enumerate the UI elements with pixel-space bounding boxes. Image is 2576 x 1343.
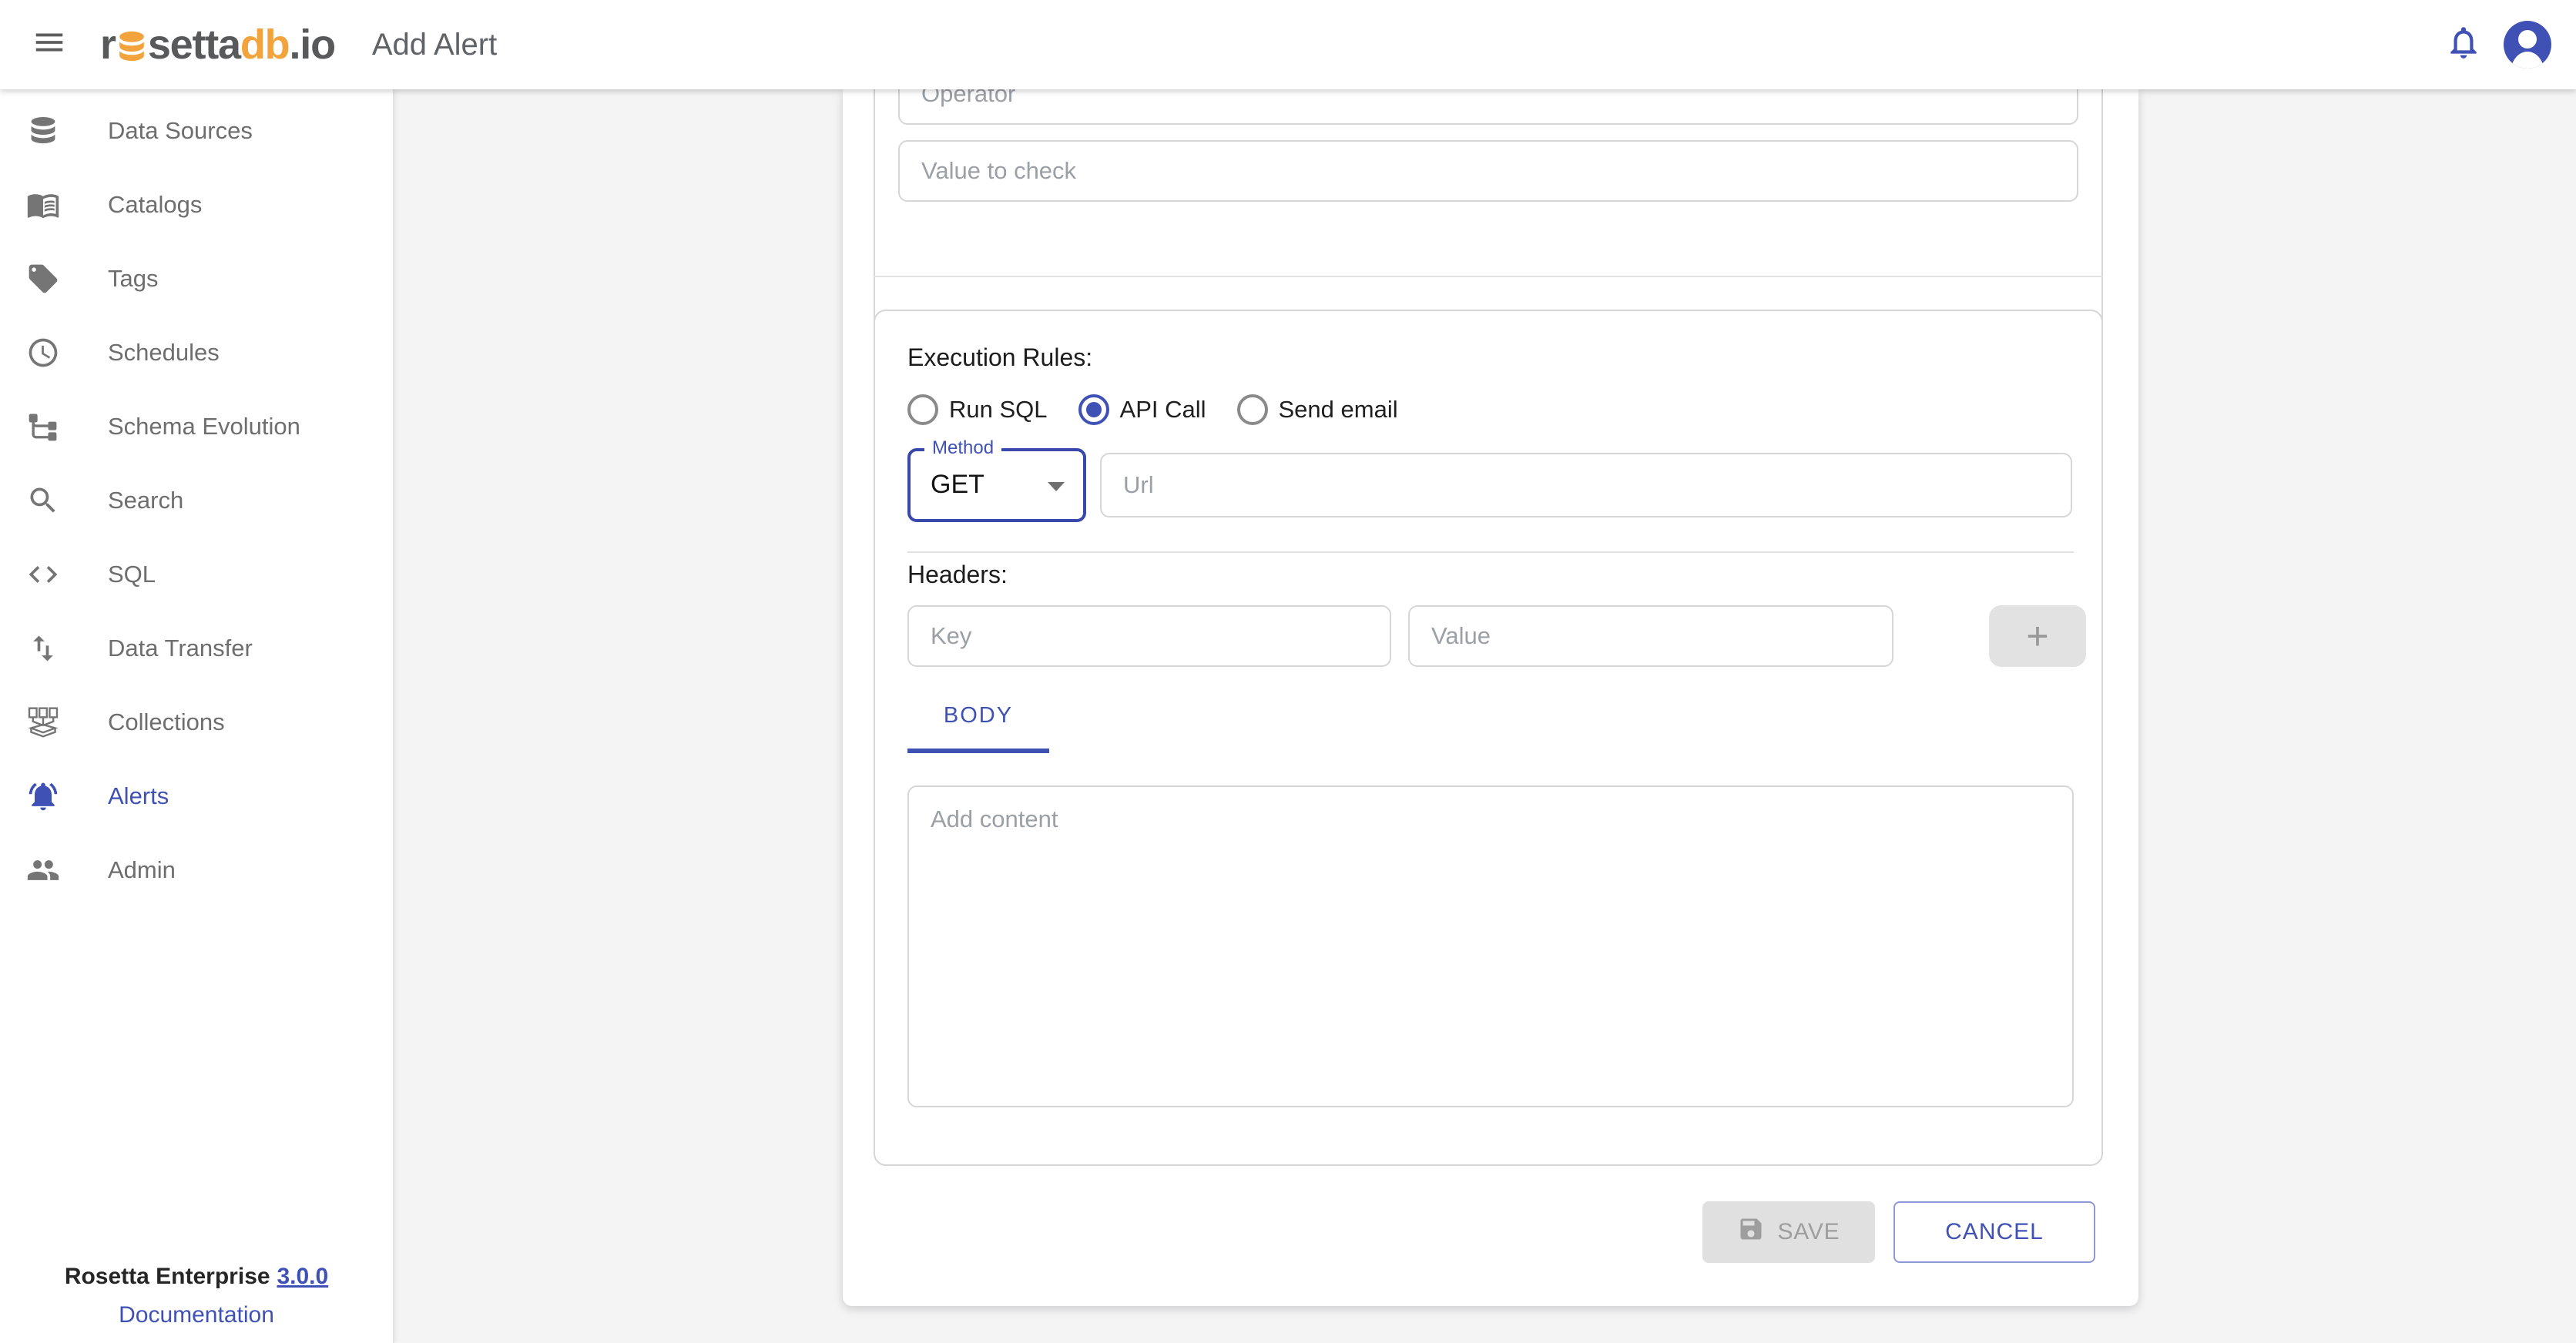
add-header-button[interactable]: + (1989, 605, 2086, 667)
sidebar-item-search[interactable]: Search (0, 464, 393, 538)
sidebar-item-data-transfer[interactable]: Data Transfer (0, 611, 393, 685)
sidebar-nav: Data Sources Catalogs Tags Schedules Schema … (0, 89, 393, 907)
radio-api-call[interactable]: API Call (1078, 394, 1206, 425)
sidebar-item-label: Admin (108, 856, 176, 884)
sidebar-item-label: Tags (108, 265, 158, 293)
chevron-down-icon (1048, 482, 1065, 491)
sidebar-item-label: Catalogs (108, 191, 202, 219)
tab-body[interactable]: BODY (907, 682, 1049, 753)
sidebar-item-sql[interactable]: SQL (0, 538, 393, 611)
search-icon (25, 482, 62, 519)
radio-send-email[interactable]: Send email (1237, 394, 1398, 425)
url-input[interactable] (1100, 453, 2072, 517)
schema-icon (25, 408, 62, 445)
operator-input[interactable] (898, 89, 2078, 125)
sidebar-item-data-sources[interactable]: Data Sources (0, 94, 393, 168)
sidebar-item-label: Collections (108, 708, 225, 736)
execution-rules-label: Execution Rules: (907, 343, 1092, 372)
sidebar-item-label: Schema Evolution (108, 413, 300, 440)
headers-divider (907, 551, 2074, 553)
save-button-label: SAVE (1777, 1219, 1840, 1245)
logo-text-accent: db (240, 24, 290, 65)
clock-icon (25, 334, 62, 371)
tag-icon (25, 260, 62, 297)
radio-label: Run SQL (949, 396, 1048, 424)
book-icon (25, 186, 62, 223)
radio-checked-icon (1078, 394, 1109, 425)
save-button[interactable]: SAVE (1702, 1201, 1875, 1263)
version-link[interactable]: 3.0.0 (277, 1264, 328, 1289)
menu-icon (32, 25, 67, 65)
logo-database-icon (117, 30, 146, 65)
notifications-button[interactable] (2436, 17, 2491, 72)
code-icon (25, 556, 62, 593)
sidebar-item-label: Search (108, 487, 183, 514)
save-icon (1737, 1215, 1765, 1249)
bell-ring-icon (25, 778, 62, 815)
tab-body-label: BODY (944, 703, 1013, 728)
sidebar-item-tags[interactable]: Tags (0, 242, 393, 316)
avatar-button[interactable] (2504, 21, 2551, 69)
execution-rules-card: Execution Rules: Run SQL API Call Send ema… (874, 310, 2103, 1166)
sidebar-item-collections[interactable]: Collections (0, 685, 393, 759)
product-version-line: Rosetta Enterprise 3.0.0 (0, 1257, 393, 1295)
logo-text: setta (148, 24, 240, 65)
sidebar-item-label: Data Transfer (108, 635, 253, 662)
add-alert-form-panel: Execution Rules: Run SQL API Call Send ema… (843, 89, 2138, 1306)
collections-icon (25, 704, 62, 741)
sidebar-item-admin[interactable]: Admin (0, 833, 393, 907)
database-icon (25, 112, 62, 149)
sidebar-item-label: Schedules (108, 339, 220, 367)
avatar (2504, 21, 2551, 69)
product-name: Rosetta Enterprise (65, 1264, 270, 1289)
body-content-textarea[interactable] (907, 785, 2074, 1107)
people-icon (25, 852, 62, 889)
documentation-link[interactable]: Documentation (119, 1302, 274, 1328)
sidebar-item-alerts[interactable]: Alerts (0, 759, 393, 833)
headers-label: Headers: (907, 561, 1008, 589)
method-select-value: GET (931, 470, 984, 500)
value-to-check-input[interactable] (898, 140, 2078, 202)
radio-unchecked-icon (1237, 394, 1268, 425)
cancel-button[interactable]: CANCEL (1893, 1201, 2095, 1263)
sidebar-item-schedules[interactable]: Schedules (0, 316, 393, 390)
transfer-icon (25, 630, 62, 667)
sidebar-item-label: SQL (108, 561, 156, 588)
method-select[interactable]: Method GET (907, 448, 1086, 522)
bell-icon (2444, 23, 2483, 67)
method-select-label: Method (924, 437, 1001, 459)
sidebar: Data Sources Catalogs Tags Schedules Schema … (0, 89, 394, 1343)
logo-text: r (100, 24, 116, 65)
sidebar-item-label: Alerts (108, 782, 169, 810)
execution-type-radio-group: Run SQL API Call Send email (907, 393, 1398, 427)
logo-text: .io (289, 24, 334, 65)
radio-label: API Call (1120, 396, 1206, 424)
app-logo: r setta db .io (100, 24, 335, 65)
header-key-input[interactable] (907, 605, 1391, 667)
section-divider (874, 276, 2103, 277)
radio-label: Send email (1279, 396, 1398, 424)
radio-run-sql[interactable]: Run SQL (907, 394, 1048, 425)
radio-unchecked-icon (907, 394, 938, 425)
menu-button[interactable] (18, 14, 80, 75)
sidebar-item-catalogs[interactable]: Catalogs (0, 168, 393, 242)
sidebar-item-schema-evolution[interactable]: Schema Evolution (0, 390, 393, 464)
app-root: r setta db .io Add Alert Data Sources Cat… (0, 0, 2576, 1343)
top-app-bar: r setta db .io Add Alert (0, 0, 2576, 89)
sidebar-footer: Rosetta Enterprise 3.0.0 Documentation (0, 1257, 393, 1334)
page-title: Add Alert (372, 28, 497, 62)
header-value-input[interactable] (1408, 605, 1893, 667)
sidebar-item-label: Data Sources (108, 117, 253, 145)
